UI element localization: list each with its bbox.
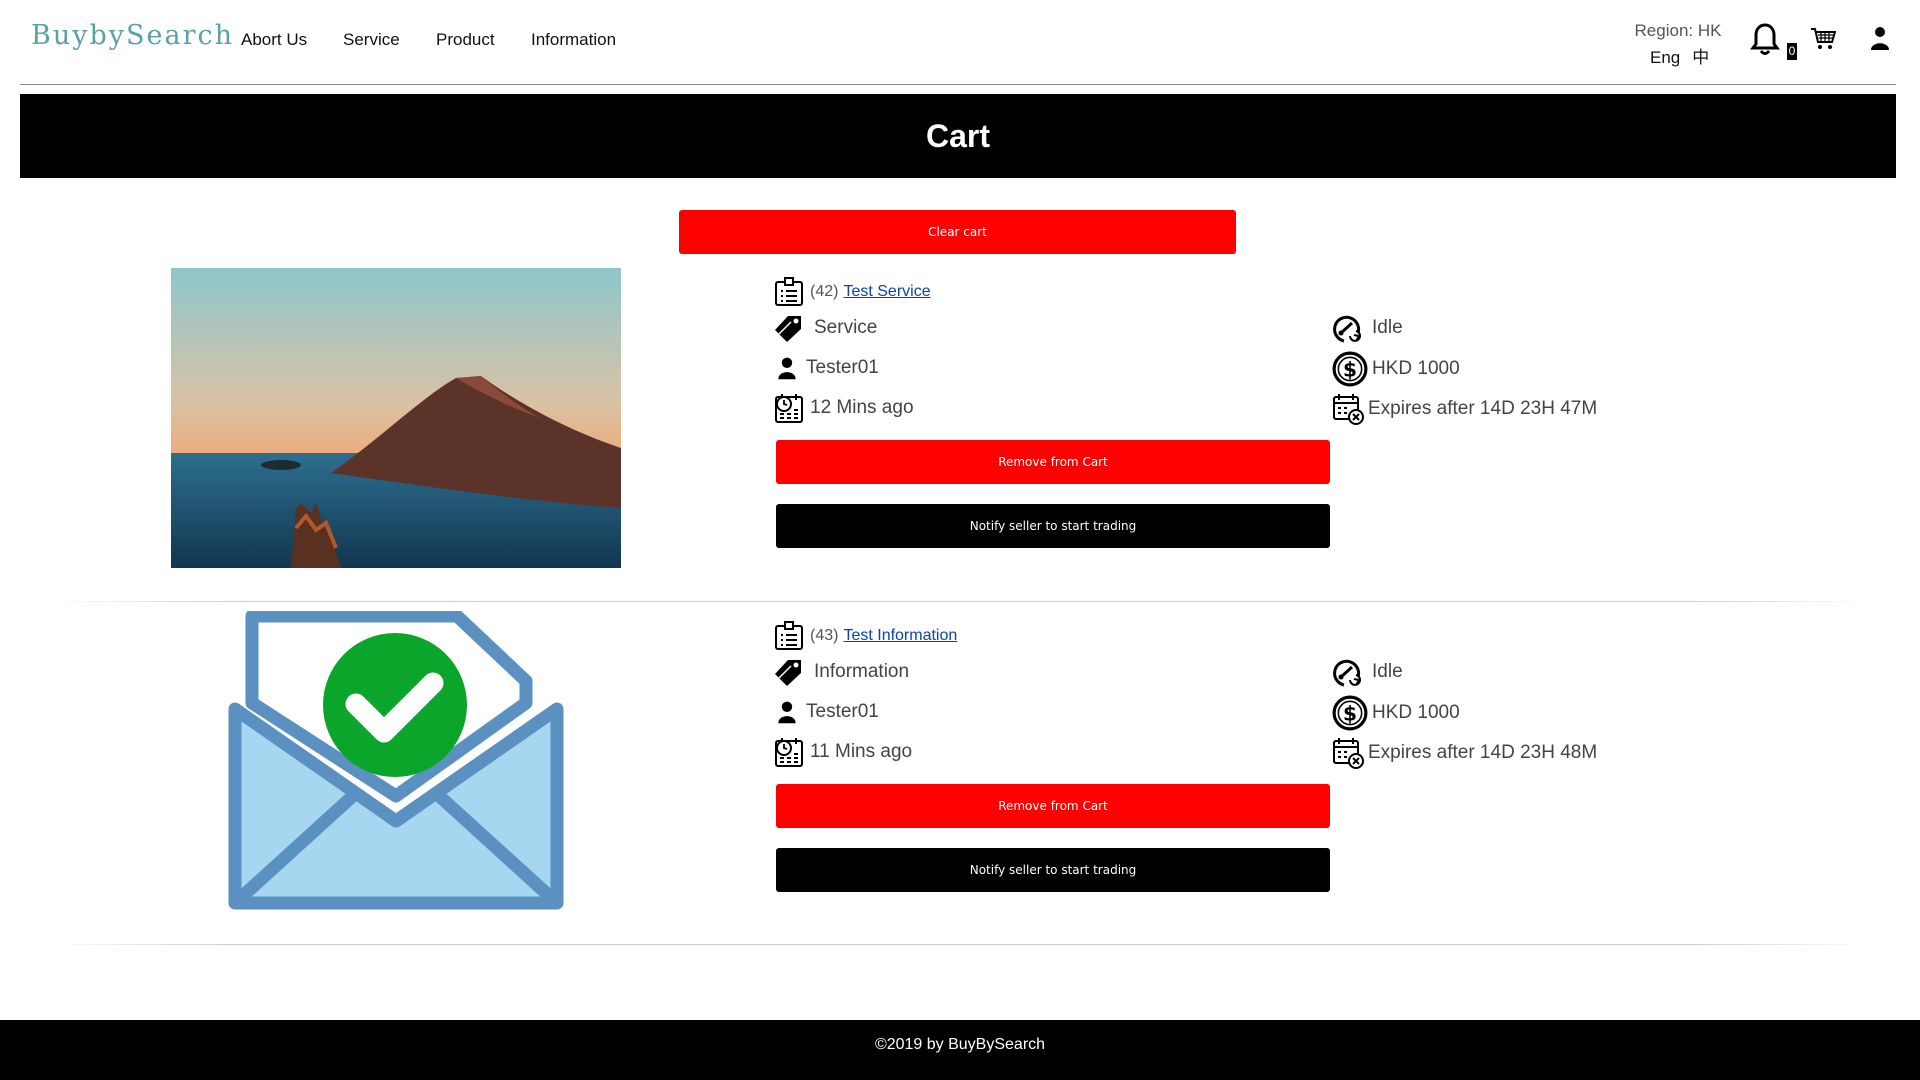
item-posted-time: 12 Mins ago	[810, 397, 914, 418]
item-divider	[50, 601, 1870, 602]
item-price-row: $ HKD 1000	[1332, 351, 1460, 387]
clear-cart-button[interactable]: Clear cart	[679, 210, 1236, 254]
svg-text:$: $	[1343, 357, 1357, 381]
nav-service[interactable]: Service	[343, 30, 400, 50]
svg-text:$: $	[1343, 701, 1357, 725]
item-category: Service	[814, 317, 878, 338]
region-label: Region: HK	[1634, 21, 1722, 40]
tag-icon	[775, 660, 801, 686]
item-price-row: $ HKD 1000	[1332, 695, 1460, 731]
gauge-icon	[1333, 315, 1361, 343]
notify-seller-button[interactable]: Notify seller to start trading	[776, 848, 1330, 892]
lang-chinese[interactable]: 中	[1692, 48, 1709, 67]
nav-information[interactable]: Information	[531, 30, 616, 50]
item-seller-row: Tester01	[774, 353, 879, 383]
clipboard-list-icon	[775, 277, 803, 306]
user-icon	[778, 357, 796, 380]
item-title-link[interactable]: Test Information	[843, 627, 957, 645]
item-status: Idle	[1372, 317, 1403, 338]
lang-english[interactable]: Eng	[1650, 48, 1680, 67]
bell-icon[interactable]	[1750, 22, 1780, 56]
item-status-row: Idle	[1332, 657, 1403, 687]
gauge-icon	[1333, 659, 1361, 687]
item-title-link[interactable]: Test Service	[843, 283, 930, 301]
clipboard-list-icon	[775, 621, 803, 650]
notify-seller-button[interactable]: Notify seller to start trading	[776, 504, 1330, 548]
page-title: Cart	[20, 94, 1896, 178]
calendar-clock-icon	[775, 738, 803, 767]
item-posted-time: 11 Mins ago	[810, 741, 913, 762]
item-price: HKD 1000	[1372, 358, 1460, 379]
item-id: (42)	[810, 283, 839, 300]
item-seller: Tester01	[806, 357, 879, 378]
item-status: Idle	[1372, 661, 1403, 682]
item-expiry: Expires after 14D 23H 48M	[1368, 742, 1598, 763]
item-divider	[50, 944, 1870, 945]
item-image-envelope-check-icon[interactable]	[228, 611, 564, 913]
top-navigation: BuybySearch Abort Us Service Product Inf…	[0, 0, 1920, 84]
item-seller: Tester01	[806, 701, 879, 722]
remove-from-cart-button[interactable]: Remove from Cart	[776, 784, 1330, 828]
dollar-coin-icon: $	[1332, 351, 1368, 387]
footer-copyright: ©2019 by BuyBySearch	[0, 1020, 1920, 1080]
item-seller-row: Tester01	[774, 697, 879, 727]
cart-icon[interactable]	[1810, 27, 1836, 51]
item-expiry: Expires after 14D 23H 47M	[1368, 398, 1598, 419]
calendar-clock-icon	[775, 394, 803, 423]
item-expiry-row: Expires after 14D 23H 48M	[1332, 737, 1597, 769]
item-category: Information	[814, 661, 910, 682]
item-status-row: Idle	[1332, 313, 1403, 343]
calendar-cancel-icon	[1333, 394, 1364, 425]
item-image-mountain[interactable]	[171, 268, 621, 568]
site-logo[interactable]: BuybySearch	[31, 20, 234, 51]
dollar-coin-icon: $	[1332, 695, 1368, 731]
item-category-row: Information	[774, 657, 909, 687]
notification-count-badge: 0	[1787, 43, 1797, 60]
language-switcher: Eng 中	[1650, 43, 1721, 68]
item-header-row: (42) Test Service	[774, 277, 931, 307]
header-divider	[20, 84, 1896, 85]
item-header-row: (43) Test Information	[774, 621, 957, 651]
item-category-row: Service	[774, 313, 877, 343]
nav-about-us[interactable]: Abort Us	[241, 30, 307, 50]
user-account-icon[interactable]	[1870, 26, 1890, 50]
nav-product[interactable]: Product	[436, 30, 495, 50]
calendar-cancel-icon	[1333, 738, 1364, 769]
item-price: HKD 1000	[1372, 702, 1460, 723]
user-icon	[778, 701, 796, 724]
item-id: (43)	[810, 627, 839, 644]
remove-from-cart-button[interactable]: Remove from Cart	[776, 440, 1330, 484]
item-expiry-row: Expires after 14D 23H 47M	[1332, 393, 1597, 425]
item-posted-row: 11 Mins ago	[774, 737, 912, 767]
item-posted-row: 12 Mins ago	[774, 393, 914, 423]
tag-icon	[775, 316, 801, 342]
